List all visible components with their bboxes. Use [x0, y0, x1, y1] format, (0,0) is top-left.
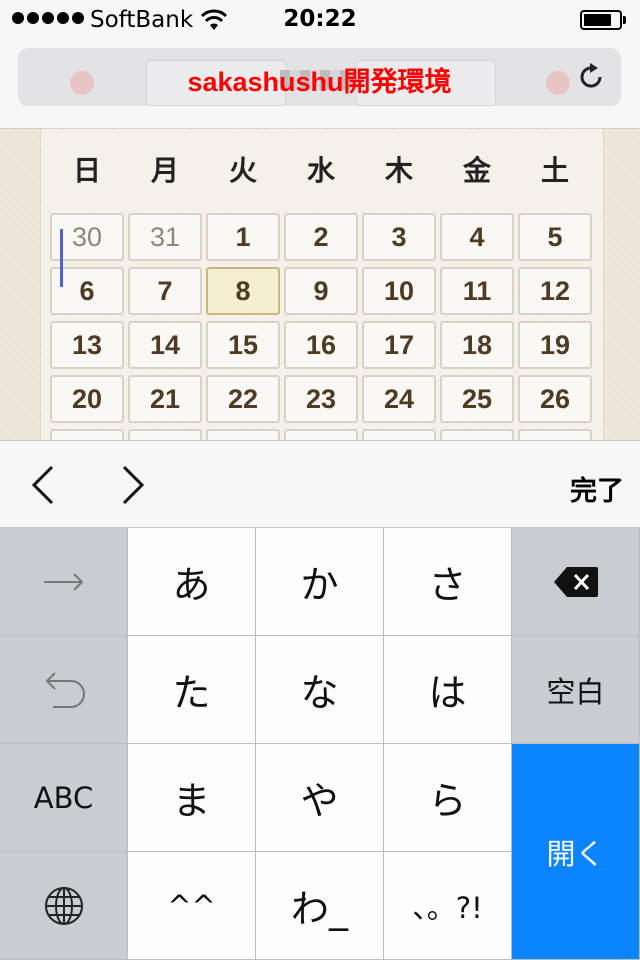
kana-key[interactable]: わ_ — [256, 852, 384, 960]
delete-key[interactable] — [512, 528, 640, 636]
calendar-day[interactable]: 10 — [362, 267, 436, 315]
kana-key-label: は — [428, 671, 467, 715]
space-key-label: 空白 — [546, 674, 605, 709]
calendar-day[interactable]: 21 — [128, 375, 202, 423]
calendar-day-partial — [206, 429, 280, 440]
kana-key-label: た — [172, 671, 211, 715]
space-key[interactable]: 空白 — [512, 636, 640, 744]
next-candidate-key[interactable] — [0, 528, 128, 636]
weekday-label: 水 — [306, 154, 335, 187]
battery-level — [584, 14, 612, 26]
calendar-day-partial — [128, 429, 202, 440]
calendar-day-partial — [518, 429, 592, 440]
kana-key-label: ま — [172, 779, 211, 823]
kana-key-label: ^^ — [167, 888, 216, 923]
calendar-day[interactable]: 17 — [362, 321, 436, 369]
calendar-day-partial — [362, 429, 436, 440]
status-bar: SoftBank 20:22 — [0, 0, 640, 40]
next-field-button[interactable] — [118, 463, 148, 507]
kana-key[interactable]: ら — [384, 744, 512, 852]
globe-key[interactable] — [0, 852, 128, 960]
kana-key[interactable]: ^^ — [128, 852, 256, 960]
calendar-day[interactable]: 15 — [206, 321, 280, 369]
weekday-label: 金 — [462, 154, 491, 187]
text-cursor — [60, 229, 63, 287]
kana-key[interactable]: さ — [384, 528, 512, 636]
open-key-label: 開く — [546, 836, 605, 871]
calendar-day[interactable]: 1 — [206, 213, 280, 261]
kana-key[interactable]: か — [256, 528, 384, 636]
calendar-day[interactable]: 31 — [128, 213, 202, 261]
calendar-day[interactable]: 11 — [440, 267, 514, 315]
calendar-day[interactable]: 20 — [50, 375, 124, 423]
weekday-label: 土 — [540, 154, 569, 187]
kana-key-label: や — [300, 779, 339, 823]
calendar-day[interactable]: 5 — [518, 213, 592, 261]
calendar-day[interactable]: 3 — [362, 213, 436, 261]
calendar-day[interactable]: 16 — [284, 321, 358, 369]
battery-icon — [580, 10, 622, 30]
calendar-day-selected[interactable]: 8 — [206, 267, 280, 315]
keyboard-accessory-bar: 完了 — [0, 440, 640, 528]
reload-icon[interactable] — [576, 62, 606, 92]
arrow-right-icon — [43, 572, 83, 591]
calendar-day-partial — [284, 429, 358, 440]
weekday-label: 木 — [384, 154, 413, 187]
weekday-label: 日 — [72, 154, 101, 187]
abc-key-label: ABC — [33, 780, 94, 815]
calendar-day[interactable]: 19 — [518, 321, 592, 369]
calendar-day[interactable]: 7 — [128, 267, 202, 315]
weekday-label: 月 — [150, 154, 179, 187]
undo-icon — [45, 671, 85, 708]
kana-key[interactable]: は — [384, 636, 512, 744]
address-bar: sakashushu開発環境 — [0, 40, 640, 128]
battery-tip — [623, 16, 626, 24]
calendar-day[interactable]: 23 — [284, 375, 358, 423]
delete-icon — [553, 566, 598, 597]
calendar-day[interactable]: 14 — [128, 321, 202, 369]
calendar-day[interactable]: 18 — [440, 321, 514, 369]
clock: 20:22 — [283, 6, 357, 32]
calendar-day[interactable]: 26 — [518, 375, 592, 423]
kana-key-label: あ — [172, 563, 211, 607]
calendar-day[interactable]: 13 — [50, 321, 124, 369]
kana-key-label: か — [300, 563, 339, 607]
kana-key[interactable]: ま — [128, 744, 256, 852]
weekday-label: 火 — [228, 154, 257, 187]
kana-key-label: わ_ — [290, 887, 348, 931]
undo-key[interactable] — [0, 636, 128, 744]
calendar-day-partial — [50, 429, 124, 440]
calendar-day-partial — [440, 429, 514, 440]
open-key[interactable]: 開く — [512, 744, 640, 960]
calendar: 日月火水木金土 30 31 1 2 3 4 5 6 7 8 9 10 11 12 13 14 15 16 17 18 1… — [0, 128, 640, 440]
kana-key-label: さ — [428, 563, 467, 607]
previous-field-button[interactable] — [28, 463, 58, 507]
calendar-day[interactable]: 24 — [362, 375, 436, 423]
calendar-day[interactable]: 9 — [284, 267, 358, 315]
kana-key[interactable]: な — [256, 636, 384, 744]
abc-key[interactable]: ABC — [0, 744, 128, 852]
kana-key[interactable]: や — [256, 744, 384, 852]
done-button[interactable]: 完了 — [570, 469, 624, 508]
page-title: sakashushu開発環境 — [187, 67, 452, 97]
globe-icon — [44, 886, 83, 925]
kana-key[interactable]: た — [128, 636, 256, 744]
calendar-day[interactable]: 2 — [284, 213, 358, 261]
calendar-day[interactable]: 12 — [518, 267, 592, 315]
kana-key-label: ら — [428, 779, 467, 823]
kana-key[interactable]: 、。?! — [384, 852, 512, 960]
calendar-day[interactable]: 25 — [440, 375, 514, 423]
calendar-day[interactable]: 4 — [440, 213, 514, 261]
kana-key-label: な — [300, 671, 339, 715]
japanese-kana-keyboard: ABC あ か さた な はま や ら ^^ わ_ 、。?! 空白 開く — [0, 528, 640, 960]
calendar-day[interactable]: 22 — [206, 375, 280, 423]
kana-key-label: 、。?! — [412, 890, 483, 925]
kana-key[interactable]: あ — [128, 528, 256, 636]
